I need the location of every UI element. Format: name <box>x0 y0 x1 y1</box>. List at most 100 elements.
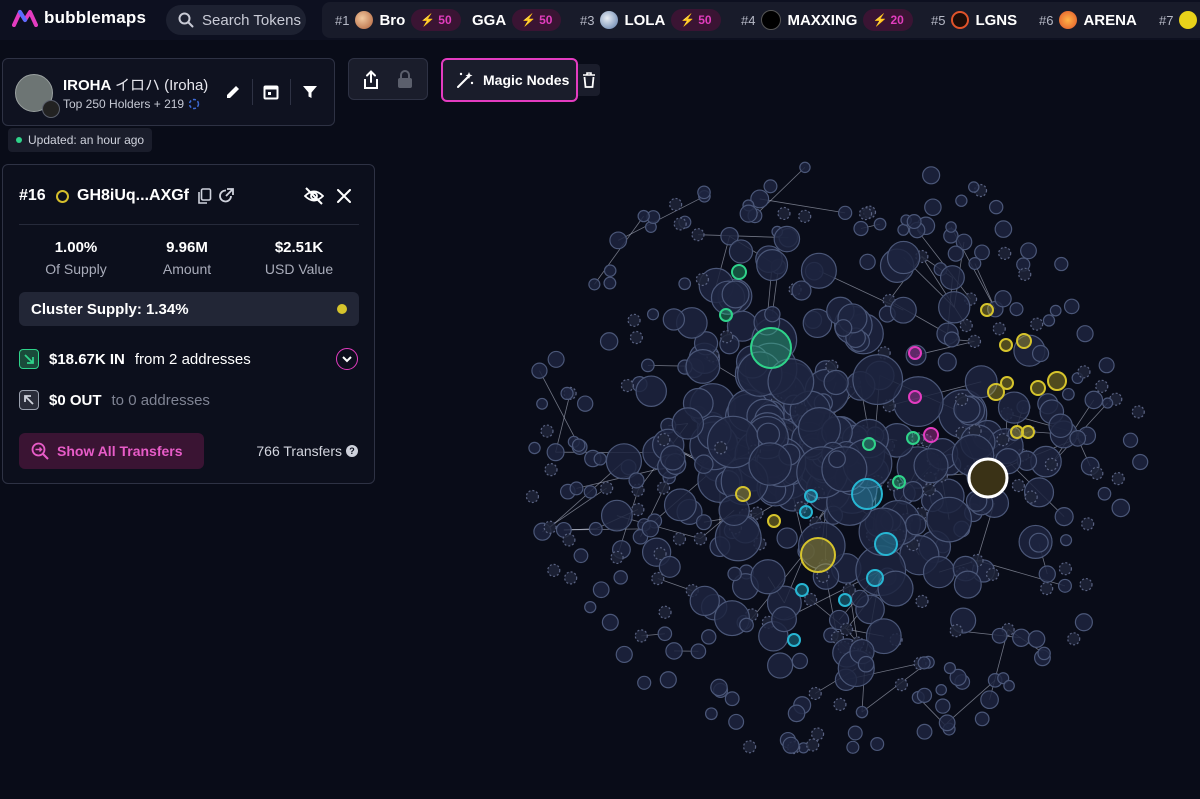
holder-bubble[interactable] <box>935 698 951 714</box>
holder-bubble[interactable] <box>771 606 797 633</box>
holder-bubble[interactable] <box>922 483 936 497</box>
holder-bubble[interactable] <box>672 532 687 546</box>
holder-bubble[interactable] <box>916 723 933 740</box>
holder-bubble[interactable] <box>658 605 672 619</box>
cluster-bubble[interactable] <box>866 569 884 587</box>
holder-bubble[interactable] <box>924 198 942 217</box>
holder-bubble[interactable] <box>599 332 619 351</box>
cluster-bubble[interactable] <box>874 532 898 556</box>
holder-bubble[interactable] <box>685 349 721 384</box>
holder-bubble[interactable] <box>939 265 965 291</box>
holder-bubble[interactable] <box>996 433 1010 447</box>
holder-bubble[interactable] <box>573 548 589 564</box>
share-icon[interactable] <box>362 70 380 90</box>
cluster-bubble[interactable] <box>999 338 1013 352</box>
holder-bubble[interactable] <box>855 705 869 719</box>
holder-bubble[interactable] <box>610 550 624 565</box>
holder-bubble[interactable] <box>609 231 628 250</box>
copy-button[interactable] <box>195 187 213 205</box>
holder-bubble[interactable] <box>870 737 885 752</box>
cluster-bubble[interactable] <box>800 537 836 573</box>
holder-bubble[interactable] <box>955 194 968 207</box>
holder-bubble[interactable] <box>945 221 957 233</box>
holder-bubble[interactable] <box>750 559 786 595</box>
lock-icon[interactable] <box>397 69 413 89</box>
holder-bubble[interactable] <box>592 581 610 599</box>
holder-bubble[interactable] <box>852 354 904 406</box>
holder-bubble[interactable] <box>1084 390 1104 410</box>
holder-bubble[interactable] <box>847 725 863 741</box>
holder-bubble[interactable] <box>1074 613 1093 632</box>
holder-bubble[interactable] <box>641 358 655 373</box>
holder-bubble[interactable] <box>528 441 541 455</box>
ticker-item[interactable]: #6 ARENA <box>1039 2 1137 38</box>
holder-bubble[interactable] <box>938 291 971 324</box>
holder-bubble[interactable] <box>1057 578 1072 593</box>
holder-bubble[interactable] <box>562 533 576 547</box>
filter-button[interactable] <box>299 81 321 103</box>
holder-bubble[interactable] <box>913 448 949 484</box>
holder-bubble[interactable] <box>739 617 754 633</box>
holder-bubble[interactable] <box>917 656 931 670</box>
holder-bubble[interactable] <box>600 499 633 532</box>
holder-bubble[interactable] <box>721 280 750 309</box>
holder-bubble[interactable] <box>1131 405 1145 419</box>
holder-bubble[interactable] <box>646 308 660 321</box>
cluster-bubble[interactable] <box>851 478 883 510</box>
holder-bubble[interactable] <box>894 678 909 692</box>
holder-bubble[interactable] <box>922 556 956 589</box>
cluster-bubble[interactable] <box>908 346 922 360</box>
holder-bubble[interactable] <box>859 253 876 271</box>
holder-bubble[interactable] <box>799 161 811 174</box>
holder-bubble[interactable] <box>943 331 960 348</box>
holder-bubble[interactable] <box>838 205 853 221</box>
holder-bubble[interactable] <box>525 489 540 504</box>
holder-bubble[interactable] <box>1012 628 1031 647</box>
holder-bubble[interactable] <box>834 319 853 337</box>
holder-bubble[interactable] <box>728 239 754 264</box>
holder-bubble[interactable] <box>773 225 801 253</box>
holder-bubble[interactable] <box>1030 317 1044 331</box>
holder-bubble[interactable] <box>1054 507 1074 527</box>
holder-bubble[interactable] <box>615 645 633 664</box>
cluster-bubble[interactable] <box>908 390 922 404</box>
holder-bubble[interactable] <box>691 228 705 242</box>
holder-bubble[interactable] <box>583 485 598 499</box>
holder-bubble[interactable] <box>603 276 617 290</box>
holder-bubble[interactable] <box>576 395 594 412</box>
holder-bubble[interactable] <box>949 624 963 638</box>
holder-bubble[interactable] <box>1081 517 1095 531</box>
holder-bubble[interactable] <box>1122 432 1139 448</box>
cluster-bubble[interactable] <box>1021 425 1035 439</box>
holder-bubble[interactable] <box>902 481 924 502</box>
holder-bubble[interactable] <box>1077 365 1091 379</box>
holder-bubble[interactable] <box>1009 302 1024 317</box>
holder-bubble[interactable] <box>697 185 711 200</box>
holder-bubble[interactable] <box>1063 298 1080 315</box>
holder-bubble[interactable] <box>1040 581 1054 596</box>
holder-bubble[interactable] <box>710 678 728 697</box>
holder-bubble[interactable] <box>1011 478 1025 493</box>
show-all-transfers-button[interactable]: Show All Transfers <box>19 433 204 469</box>
holder-bubble[interactable] <box>1003 679 1015 692</box>
cluster-supply[interactable]: Cluster Supply: 1.34% <box>19 292 359 326</box>
holder-bubble[interactable] <box>1067 632 1081 646</box>
holder-bubble[interactable] <box>1076 325 1094 343</box>
holder-bubble[interactable] <box>540 424 554 438</box>
cluster-bubble[interactable] <box>804 489 818 503</box>
holder-bubble[interactable] <box>1049 304 1062 317</box>
holder-bubble[interactable] <box>1079 577 1093 592</box>
holder-bubble[interactable] <box>959 318 973 333</box>
holder-bubble[interactable] <box>828 450 846 469</box>
ticker-item[interactable]: #5 LGNS <box>931 2 1017 38</box>
holder-bubble[interactable] <box>994 290 1012 308</box>
holder-bubble[interactable] <box>1018 267 1032 281</box>
holder-bubble[interactable] <box>739 204 758 223</box>
holder-bubble[interactable] <box>613 570 628 585</box>
holder-bubble[interactable] <box>808 686 822 701</box>
holder-bubble[interactable] <box>1044 457 1058 471</box>
holder-bubble[interactable] <box>695 272 709 287</box>
holder-bubble[interactable] <box>662 308 686 331</box>
cluster-bubble[interactable] <box>735 486 751 502</box>
holder-bubble[interactable] <box>1048 413 1073 439</box>
